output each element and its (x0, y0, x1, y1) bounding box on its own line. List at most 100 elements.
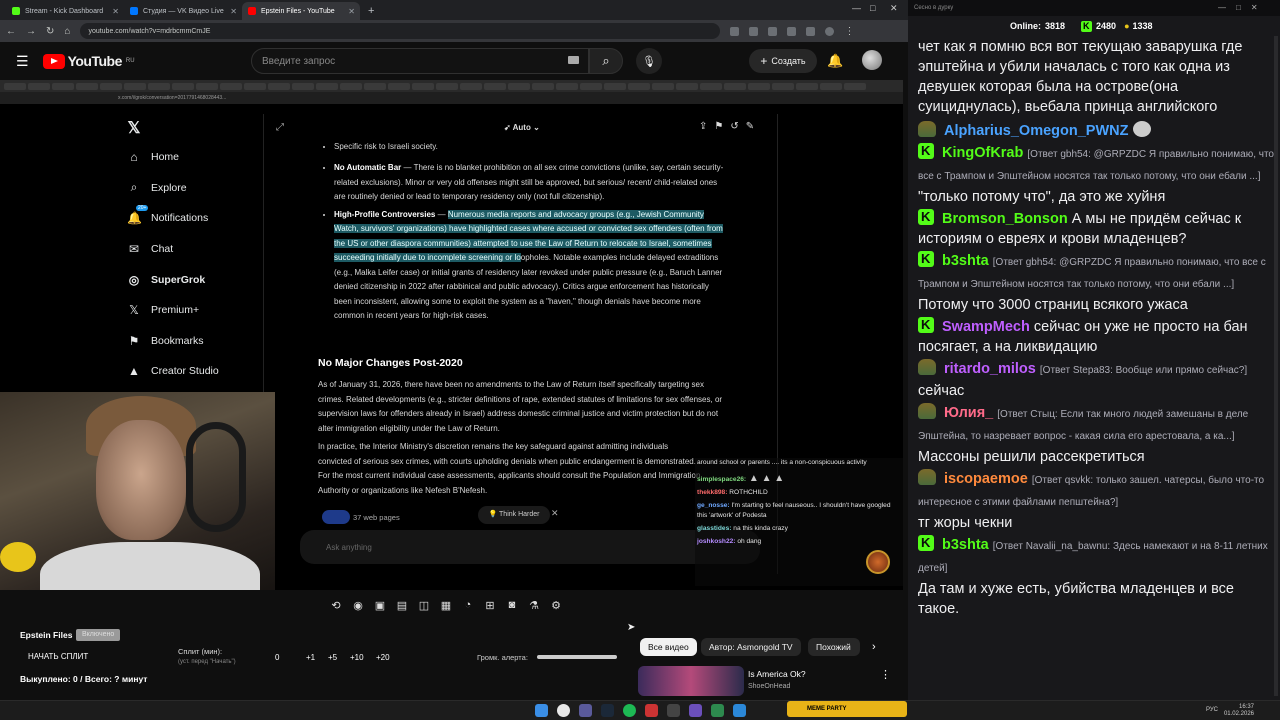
chat-window-controls[interactable]: —□✕ (1218, 3, 1268, 12)
recommended-thumbnail[interactable] (638, 666, 744, 696)
split-label: Сплит (мин): (178, 647, 223, 656)
recommended-title[interactable]: Is America Ok? (748, 669, 806, 679)
home-icon[interactable]: ⌂ (64, 26, 70, 37)
user-emote-icon (918, 469, 936, 485)
close-tab-icon[interactable]: ✕ (230, 7, 237, 16)
tab-kick-dashboard[interactable]: Stream - Kick Dashboard ✕ (6, 2, 124, 20)
forward-icon[interactable]: → (26, 26, 36, 37)
chat-scrollbar[interactable] (1274, 36, 1278, 696)
bell-icon: 🔔 20+ (127, 205, 149, 225)
chat-username[interactable]: ritardo_milos (944, 361, 1036, 377)
screenshot-icon[interactable]: ▣ (372, 598, 388, 612)
close-tab-icon[interactable]: ✕ (348, 7, 355, 16)
avatar[interactable] (862, 50, 882, 70)
start-split-button[interactable]: НАЧАТЬ СПЛИТ (28, 652, 88, 661)
split-add-5-button[interactable]: +5 (328, 653, 337, 662)
start-menu-icon[interactable] (535, 704, 548, 717)
chip-all-videos[interactable]: Все видео (640, 638, 697, 656)
alert-volume-slider[interactable] (537, 655, 617, 659)
close-tab-icon[interactable]: ✕ (112, 7, 119, 16)
steam-icon[interactable] (601, 704, 614, 717)
loop-icon[interactable]: ⟲ (328, 598, 344, 612)
browser-window: Stream - Kick Dashboard ✕ Студия — VK Вид… (0, 0, 908, 700)
camera-icon[interactable]: ◙ (504, 598, 520, 612)
stream-chat-panel: Сесно в дурку —□✕ Online: 3818 2480 ● 13… (908, 0, 1280, 700)
extension-icon[interactable] (749, 26, 759, 36)
clapper-icon[interactable]: ▤ (394, 598, 410, 612)
webcam-duck (0, 542, 36, 572)
youtube-logo[interactable]: YouTube RU (42, 53, 135, 69)
video-tab (508, 82, 530, 90)
search-input[interactable]: Введите запрос (251, 48, 589, 74)
chevron-right-icon[interactable]: › (872, 641, 876, 653)
app-icon[interactable] (667, 704, 680, 717)
video-tab (340, 82, 362, 90)
split-add-1-button[interactable]: +1 (306, 653, 315, 662)
pip-icon[interactable]: ◫ (416, 598, 432, 612)
kick-icon (1081, 20, 1093, 32)
video-tab (844, 82, 866, 90)
new-tab-button[interactable]: + (360, 5, 382, 20)
speed-icon[interactable]: ◔ (460, 598, 476, 612)
video-tab (316, 82, 338, 90)
chip-similar[interactable]: Похожий (808, 638, 860, 656)
chat-username[interactable]: Alpharius_Omegon_PWNZ (944, 123, 1129, 139)
keyboard-icon[interactable] (568, 56, 579, 64)
split-add-10-button[interactable]: +10 (350, 653, 364, 662)
chat-username[interactable]: Bromson_Bonson (942, 211, 1068, 227)
broadcast-icon[interactable]: ◉ (350, 598, 366, 612)
url-field[interactable]: youtube.com/watch?v=mdrbcmmCmJE (80, 23, 721, 39)
notifications-bell-icon[interactable]: 🔔 (827, 53, 843, 69)
chat-username[interactable]: b3shta (942, 537, 989, 553)
tab-vk-video[interactable]: Студия — VK Видео Live ✕ (124, 2, 242, 20)
more-options-icon[interactable]: ⋮ (880, 668, 891, 681)
chat-username[interactable]: Юлия_ (944, 405, 993, 421)
profile-icon[interactable] (825, 26, 835, 36)
extension-icon[interactable] (768, 26, 778, 36)
search-button[interactable]: ⌕ (589, 48, 623, 74)
discord-icon[interactable] (579, 704, 592, 717)
close-window-button[interactable]: ✕ (890, 3, 898, 14)
chip-author[interactable]: Автор: Asmongold TV (701, 638, 801, 656)
chat-username[interactable]: iscopaemoe (944, 471, 1028, 487)
language-indicator[interactable]: РУС (1206, 707, 1218, 713)
back-icon[interactable]: ← (6, 26, 16, 37)
extension-icon[interactable] (787, 26, 797, 36)
download-icon[interactable] (806, 26, 816, 36)
app-icon[interactable] (645, 704, 658, 717)
recommended-channel[interactable]: ShoeOnHead (748, 683, 790, 690)
split-add-20-button[interactable]: +20 (376, 653, 390, 662)
voice-search-button[interactable]: 🎙 (636, 48, 662, 74)
split-value-0[interactable]: 0 (275, 653, 279, 662)
chat-username[interactable]: b3shta (942, 253, 989, 269)
search-icon: ⌕ (602, 53, 610, 68)
video-tab (412, 82, 434, 90)
browser-menu-icon[interactable]: ⋮ (844, 26, 854, 37)
reload-icon[interactable]: ↻ (46, 26, 54, 37)
chat-username[interactable]: SwampMech (942, 319, 1030, 335)
create-button[interactable]: + Создать (749, 49, 817, 73)
telegram-icon[interactable] (733, 704, 746, 717)
video-tab (124, 82, 146, 90)
x-nav-chat: ✉ Chat (128, 242, 174, 256)
video-tab (700, 82, 722, 90)
flask-icon[interactable]: ⚗ (526, 598, 542, 612)
bullet-high-profile: High-Profile Controversies — Numerous me… (334, 208, 726, 324)
minimize-button[interactable]: — (852, 3, 861, 13)
tab-youtube[interactable]: Epstein Files - YouTube ✕ (242, 2, 360, 20)
subtitles-icon[interactable]: ▦ (438, 598, 454, 612)
chat-username[interactable]: KingOfKrab (942, 145, 1023, 161)
hamburger-menu-icon[interactable]: ☰ (16, 53, 29, 70)
maximize-button[interactable]: □ (870, 3, 875, 13)
video-tab (796, 82, 818, 90)
app-icon[interactable] (711, 704, 724, 717)
app-icon[interactable] (689, 704, 702, 717)
add-clip-icon[interactable]: ⊞ (482, 598, 498, 612)
clock[interactable]: 16:37 01.02.2026 (1224, 704, 1254, 718)
video-title: Epstein Files (20, 630, 73, 640)
video-player[interactable]: x.com/i/grok/conversation=20177914680284… (0, 80, 903, 590)
chrome-icon[interactable] (557, 704, 570, 717)
settings-gear-icon[interactable]: ⚙ (548, 598, 564, 612)
spotify-icon[interactable] (623, 704, 636, 717)
extension-icon[interactable] (730, 26, 740, 36)
